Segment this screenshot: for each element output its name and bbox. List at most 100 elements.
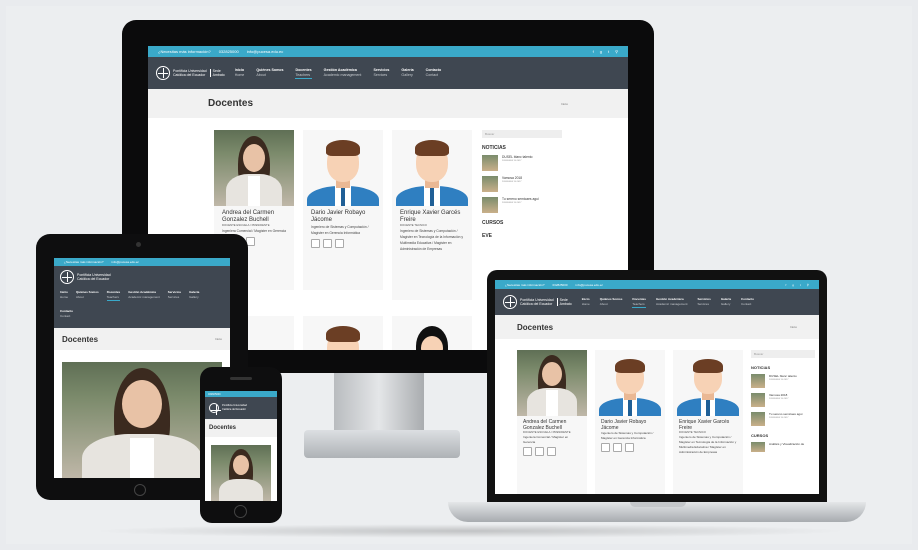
nav-item-docentes[interactable]: Docentes Teachers	[632, 297, 646, 308]
tablet-camera	[136, 242, 141, 247]
news-item[interactable]: Vamosa 2018 2018/06/06 15:2017	[482, 176, 562, 192]
twitter-icon[interactable]: t	[800, 283, 801, 287]
news-item[interactable]: Vamosa 2018 2018/06/06 15:2017	[751, 393, 815, 407]
facebook-icon[interactable]: f	[593, 49, 594, 54]
email-icon[interactable]	[601, 443, 610, 452]
nav-item-inicio[interactable]: Inicio Home	[235, 68, 245, 79]
nav-item-contacto[interactable]: Contacto Contact	[741, 297, 754, 308]
phone-speaker	[230, 377, 252, 380]
nav-item-docentes[interactable]: Docentes Teachers	[106, 290, 121, 301]
teacher-card[interactable]: Andrea del Carmen Gonzalez Buchell DOCEN…	[517, 350, 587, 494]
nav-item-contacto[interactable]: Contacto Contact	[60, 309, 73, 319]
courses-heading: CURSOS	[482, 220, 504, 226]
document-icon[interactable]	[547, 446, 556, 456]
teacher-card[interactable]: Dario Javier Robayo Jácome Ingeniero de …	[595, 350, 665, 494]
linkedin-icon[interactable]	[323, 239, 332, 248]
university-logo[interactable]: Pontificia Universidad Católica del Ecuad…	[60, 270, 111, 284]
teacher-photo[interactable]	[62, 362, 222, 478]
page-title: Docentes	[62, 334, 99, 344]
nav-item-inicio[interactable]: Inicio Home	[60, 290, 68, 301]
cross-logo-icon	[60, 270, 74, 284]
phone-text: 032825000	[218, 49, 239, 54]
nav-item-gestion-academica[interactable]: Gestión Académica Academic management	[656, 297, 688, 308]
document-icon[interactable]	[625, 443, 634, 452]
nav-item-contacto[interactable]: Contacto Contact	[426, 68, 442, 79]
teacher-card[interactable]: Enrique Xavier Garcés Freire DOCENTE TEC…	[392, 130, 472, 300]
course-thumbnail	[751, 442, 765, 452]
nav-item-servicios[interactable]: Servicios Services	[373, 68, 389, 79]
news-thumbnail	[482, 176, 498, 192]
page-title: Docentes	[208, 98, 254, 109]
news-item[interactable]: Tu sereno semicaes agui 2018/06/06 15:201…	[482, 197, 562, 213]
brand-line2: Católica del Ecuador	[173, 73, 206, 77]
teacher-name: Dario Javier Robayo Jácome	[311, 210, 366, 223]
breadcrumb[interactable]: Inicio	[215, 337, 222, 341]
nav-item-galeria[interactable]: Galería Gallery	[721, 297, 731, 308]
page-title-bar: Docentes Inicio	[54, 328, 230, 350]
document-icon[interactable]	[335, 239, 344, 248]
email-icon[interactable]	[523, 446, 532, 456]
google-plus-icon[interactable]: g	[600, 49, 602, 54]
google-plus-icon[interactable]: g	[792, 283, 794, 287]
teacher-name: Dario Javier Robayo Jácome	[601, 419, 647, 431]
nav-item-quienes-somos[interactable]: Quiénes Somos About	[600, 297, 623, 308]
nav-item-quienes-somos[interactable]: Quiénes Somos About	[76, 290, 99, 301]
monitor-stand	[334, 373, 424, 433]
phone-home-button[interactable]	[234, 505, 247, 518]
twitter-icon[interactable]: t	[608, 49, 609, 54]
cross-logo-icon	[156, 66, 170, 80]
search-icon[interactable]: ⚲	[807, 283, 809, 287]
teacher-avatar-illustration	[303, 130, 383, 206]
page-title: Docentes	[209, 425, 237, 431]
facebook-icon[interactable]: f	[785, 283, 786, 287]
main-nav: Pontificia Universidad Católica del Ecua…	[148, 57, 628, 89]
teacher-description: Ingeniero de Sistemas y Computación / Ma…	[311, 225, 369, 235]
breadcrumb[interactable]: Inicio	[561, 102, 568, 106]
nav-item-inicio[interactable]: Inicio Home	[582, 297, 590, 308]
teacher-photo[interactable]	[211, 445, 271, 501]
phone-screen: 032825000 Pontificia Universidad Católica…	[205, 391, 277, 501]
tablet-home-button[interactable]	[134, 484, 146, 496]
search-input[interactable]: Buscar	[482, 130, 562, 138]
teacher-card[interactable]	[303, 316, 383, 350]
laptop-screen: ¿Necesitas más información? 032825000 info…	[495, 280, 819, 494]
news-item[interactable]: DUSEL blanc talento 2018/06/06 15:2017	[751, 374, 815, 388]
course-item[interactable]: Análisis y Visualización de	[751, 442, 815, 452]
teacher-card[interactable]: Dario Javier Robayo Jácome Ingeniero de …	[303, 130, 383, 290]
news-thumbnail	[751, 374, 765, 388]
nav-item-quienes-somos[interactable]: Quiénes Somos About	[256, 68, 283, 79]
top-info-bar: ¿Necesitas más información? info@pucesa.e…	[54, 258, 230, 266]
phone-device: 032825000 Pontificia Universidad Católica…	[200, 367, 282, 523]
email-link[interactable]: info@pucesa.edu.ec	[247, 49, 284, 54]
page-title-bar: Docentes Inicio	[148, 89, 628, 118]
university-logo[interactable]: Pontificia Universidad Católica del Ecuad…	[209, 403, 247, 415]
nav-menu: Inicio Home Quiénes Somos About Docentes Te…	[235, 68, 441, 79]
nav-item-servicios[interactable]: Servicios Services	[697, 297, 710, 308]
news-item[interactable]: Tu sereno semicaes agui 2018/06/06 15:201…	[751, 412, 815, 426]
teacher-description: Ingeniero de Sistemas y Computación / Ma…	[601, 431, 654, 440]
laptop-device: ¿Necesitas más información? 032825000 info…	[487, 270, 827, 502]
main-nav: Pontificia Universidad Católica del Ecuad…	[495, 289, 819, 315]
teacher-photo	[517, 350, 587, 416]
search-input[interactable]: Buscar	[751, 350, 815, 358]
search-icon[interactable]: ⚲	[615, 49, 618, 54]
monitor-base	[304, 430, 460, 458]
news-thumbnail	[482, 155, 498, 171]
teacher-card[interactable]: Enrique Xavier Garcés Freire DOCENTE TEC…	[673, 350, 743, 494]
university-logo[interactable]: Pontificia Universidad Católica del Ecua…	[156, 66, 225, 80]
breadcrumb[interactable]: Inicio	[790, 325, 797, 329]
nav-item-galeria[interactable]: Galería Gallery	[401, 68, 413, 79]
nav-item-docentes[interactable]: Docentes Teachers	[295, 68, 312, 79]
nav-item-gestion-academica[interactable]: Gestión Académica Academic management	[324, 68, 362, 79]
news-item[interactable]: DUSEL blanc talento 2018/06/06 15:2017	[482, 155, 562, 171]
university-logo[interactable]: Pontificia Universidad Católica del Ecuad…	[503, 295, 572, 309]
nav-item-servicios[interactable]: Servicios Services	[168, 290, 181, 301]
teacher-description: Ingeniera Comercial / Magíster en Gerenc…	[523, 434, 569, 444]
teacher-avatar-illustration	[392, 130, 472, 206]
nav-item-gestion-academica[interactable]: Gestión Académica Academic management	[128, 290, 160, 301]
email-icon[interactable]	[311, 239, 320, 248]
linkedin-icon[interactable]	[613, 443, 622, 452]
linkedin-icon[interactable]	[535, 446, 544, 456]
teacher-card[interactable]	[392, 316, 472, 350]
nav-item-galeria[interactable]: Galería Gallery	[189, 290, 199, 301]
